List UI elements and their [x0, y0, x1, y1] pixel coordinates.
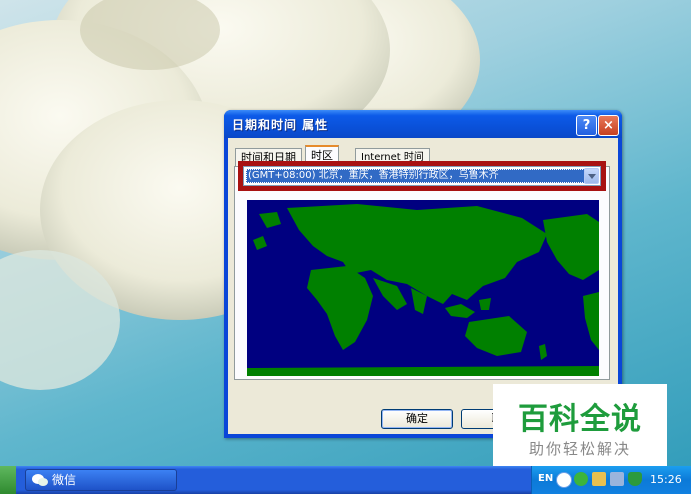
world-map	[247, 200, 599, 376]
tray-wechat-icon[interactable]	[574, 472, 588, 486]
ok-button[interactable]: 确定	[381, 409, 453, 429]
watermark-main-text: 百科全说	[518, 402, 642, 437]
time-zone-dropdown[interactable]: (GMT+08:00) 北京，重庆，香港特别行政区，乌鲁木齐	[243, 166, 601, 186]
dialog-title: 日期和时间 属性	[232, 118, 329, 132]
watermark-sub-text: 助你轻松解决	[528, 440, 631, 458]
close-icon[interactable]: ×	[598, 115, 619, 136]
taskbar: 微信 EN 15:26	[0, 466, 691, 494]
taskbar-item-wechat[interactable]: 微信	[25, 469, 177, 491]
time-zone-selected-value: (GMT+08:00) 北京，重庆，香港特别行政区，乌鲁木齐	[246, 169, 585, 183]
start-button[interactable]	[0, 466, 16, 494]
tray-network-icon[interactable]	[592, 472, 606, 486]
dropdown-arrow-icon[interactable]	[584, 168, 599, 184]
clock[interactable]: 15:26	[650, 473, 682, 486]
watermark-logo: 百科全说 助你轻松解决	[493, 384, 667, 466]
wechat-icon	[32, 474, 48, 486]
tray-speaker-icon[interactable]	[610, 472, 624, 486]
title-bar[interactable]: 日期和时间 属性 ? ×	[224, 110, 622, 138]
language-indicator[interactable]: EN	[538, 473, 553, 484]
tray-back-icon[interactable]	[556, 472, 572, 488]
help-icon[interactable]: ?	[576, 115, 597, 136]
tray-shield-icon[interactable]	[628, 472, 642, 486]
taskbar-item-label: 微信	[52, 473, 77, 487]
desktop: 日期和时间 属性 ? × 时间和日期 时区 Internet 时间 (GMT+0…	[0, 0, 691, 494]
system-tray: EN 15:26	[531, 466, 691, 494]
